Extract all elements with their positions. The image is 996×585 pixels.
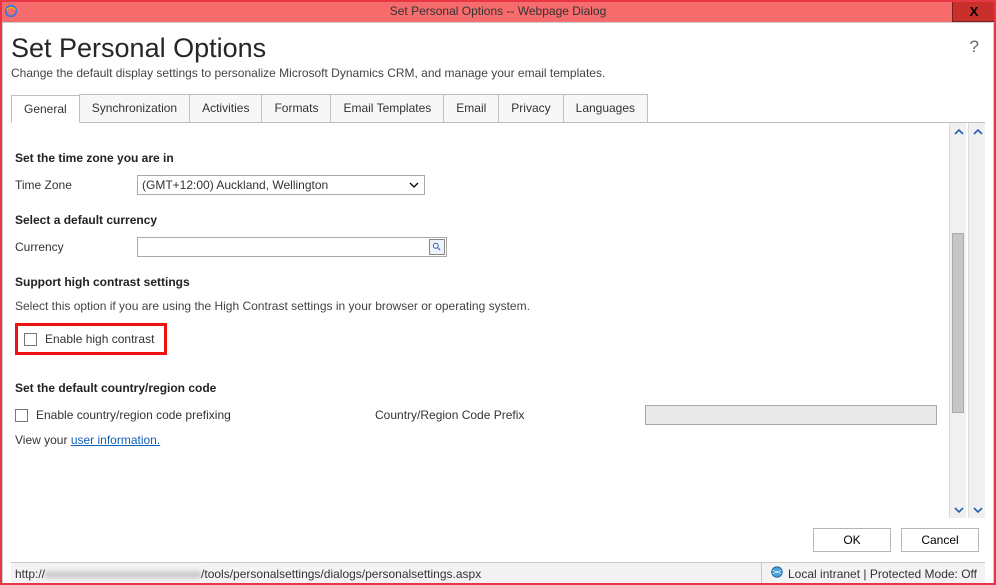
currency-lookup[interactable] bbox=[137, 237, 447, 257]
region-checkbox[interactable] bbox=[15, 409, 28, 422]
general-panel: Set the time zone you are in Time Zone (… bbox=[11, 123, 945, 518]
cancel-button[interactable]: Cancel bbox=[901, 528, 979, 552]
tab-email[interactable]: Email bbox=[443, 94, 499, 122]
status-bar: http://xxxxxxxxxxxxxxxxxxxxxxxxxx/tools/… bbox=[11, 562, 985, 584]
scroll-down-icon[interactable] bbox=[950, 501, 967, 518]
page-subtitle: Change the default display settings to p… bbox=[11, 66, 970, 80]
redacted-host: xxxxxxxxxxxxxxxxxxxxxxxxxx bbox=[45, 567, 201, 581]
user-information-link[interactable]: user information. bbox=[71, 433, 160, 447]
help-button[interactable]: ? bbox=[970, 29, 985, 57]
section-currency-title: Select a default currency bbox=[15, 213, 937, 227]
tab-privacy[interactable]: Privacy bbox=[498, 94, 563, 122]
close-button[interactable]: X bbox=[952, 0, 996, 22]
timezone-select[interactable]: (GMT+12:00) Auckland, Wellington bbox=[137, 175, 425, 195]
scroll-thumb[interactable] bbox=[952, 233, 964, 413]
region-prefix-input[interactable] bbox=[645, 405, 937, 425]
region-prefix-label: Country/Region Code Prefix bbox=[375, 408, 635, 422]
scroll-up-icon[interactable] bbox=[969, 123, 985, 140]
lookup-icon[interactable] bbox=[429, 239, 445, 255]
outer-scrollbar[interactable] bbox=[968, 123, 985, 518]
titlebar[interactable]: Set Personal Options -- Webpage Dialog X bbox=[0, 0, 996, 22]
ok-button[interactable]: OK bbox=[813, 528, 891, 552]
tab-formats[interactable]: Formats bbox=[261, 94, 331, 122]
dialog-body: Set Personal Options Change the default … bbox=[2, 22, 994, 585]
contrast-checkbox[interactable] bbox=[24, 333, 37, 346]
tab-activities[interactable]: Activities bbox=[189, 94, 262, 122]
inner-scrollbar[interactable] bbox=[949, 123, 966, 518]
chevron-down-icon bbox=[406, 177, 422, 193]
section-contrast-title: Support high contrast settings bbox=[15, 275, 937, 289]
scroll-down-icon[interactable] bbox=[969, 501, 985, 518]
section-timezone-title: Set the time zone you are in bbox=[15, 151, 937, 165]
currency-label: Currency bbox=[15, 240, 137, 254]
timezone-value: (GMT+12:00) Auckland, Wellington bbox=[142, 178, 328, 192]
highlight-annotation: Enable high contrast bbox=[15, 323, 167, 355]
contrast-checkbox-label: Enable high contrast bbox=[45, 332, 154, 346]
window-title: Set Personal Options -- Webpage Dialog bbox=[0, 4, 996, 18]
tab-general[interactable]: General bbox=[11, 95, 80, 123]
user-information-line: View your user information. bbox=[15, 433, 937, 447]
security-zone-label: Local intranet | Protected Mode: Off bbox=[788, 567, 977, 581]
page-title: Set Personal Options bbox=[11, 33, 970, 64]
tab-email-templates[interactable]: Email Templates bbox=[330, 94, 444, 122]
tab-strip: General Synchronization Activities Forma… bbox=[11, 94, 985, 123]
section-region-title: Set the default country/region code bbox=[15, 381, 937, 395]
globe-icon bbox=[770, 565, 784, 582]
status-url: http://xxxxxxxxxxxxxxxxxxxxxxxxxx/tools/… bbox=[11, 567, 761, 581]
tab-synchronization[interactable]: Synchronization bbox=[79, 94, 190, 122]
region-checkbox-label: Enable country/region code prefixing bbox=[36, 408, 231, 422]
dialog-footer: OK Cancel bbox=[11, 518, 985, 562]
scroll-up-icon[interactable] bbox=[950, 123, 967, 140]
contrast-desc: Select this option if you are using the … bbox=[15, 299, 937, 313]
timezone-label: Time Zone bbox=[15, 178, 137, 192]
tab-languages[interactable]: Languages bbox=[563, 94, 648, 122]
security-zone: Local intranet | Protected Mode: Off bbox=[761, 563, 985, 584]
